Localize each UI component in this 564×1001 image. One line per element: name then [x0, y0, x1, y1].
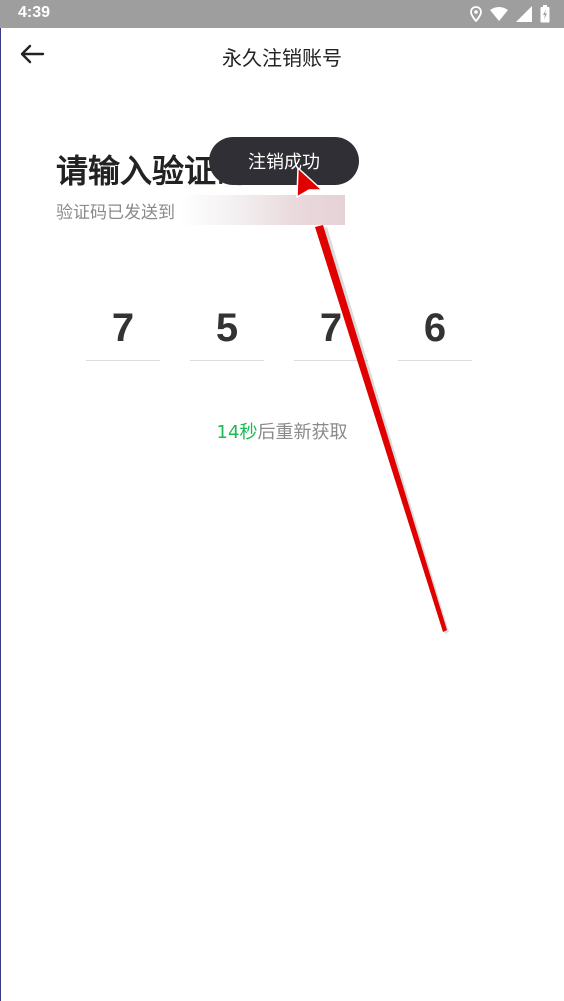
status-time: 4:39	[18, 4, 51, 21]
sent-to-row: 验证码已发送到	[56, 195, 345, 225]
location-icon	[470, 6, 482, 22]
code-digit-3[interactable]: 7	[294, 300, 368, 361]
countdown-seconds: 14秒	[216, 422, 258, 443]
battery-icon	[540, 5, 550, 23]
page-title: 永久注销账号	[222, 46, 342, 70]
masked-phone-number	[179, 195, 345, 225]
sent-to-label: 验证码已发送到	[56, 202, 175, 223]
toast-message: 注销成功	[209, 137, 359, 185]
code-digit-1[interactable]: 7	[86, 300, 160, 361]
resend-countdown: 14秒后重新获取	[0, 418, 564, 444]
code-digit-2[interactable]: 5	[190, 300, 264, 361]
resend-label: 后重新获取	[257, 422, 348, 443]
wifi-icon	[490, 7, 508, 21]
status-bar: 4:39	[0, 0, 564, 28]
screen-edge	[0, 28, 1, 1001]
app-bar: 永久注销账号	[0, 28, 564, 84]
verification-code-input[interactable]: 7 5 7 6	[86, 300, 476, 362]
signal-icon	[516, 6, 532, 22]
code-digit-4[interactable]: 6	[398, 300, 472, 361]
status-icons	[470, 4, 550, 24]
